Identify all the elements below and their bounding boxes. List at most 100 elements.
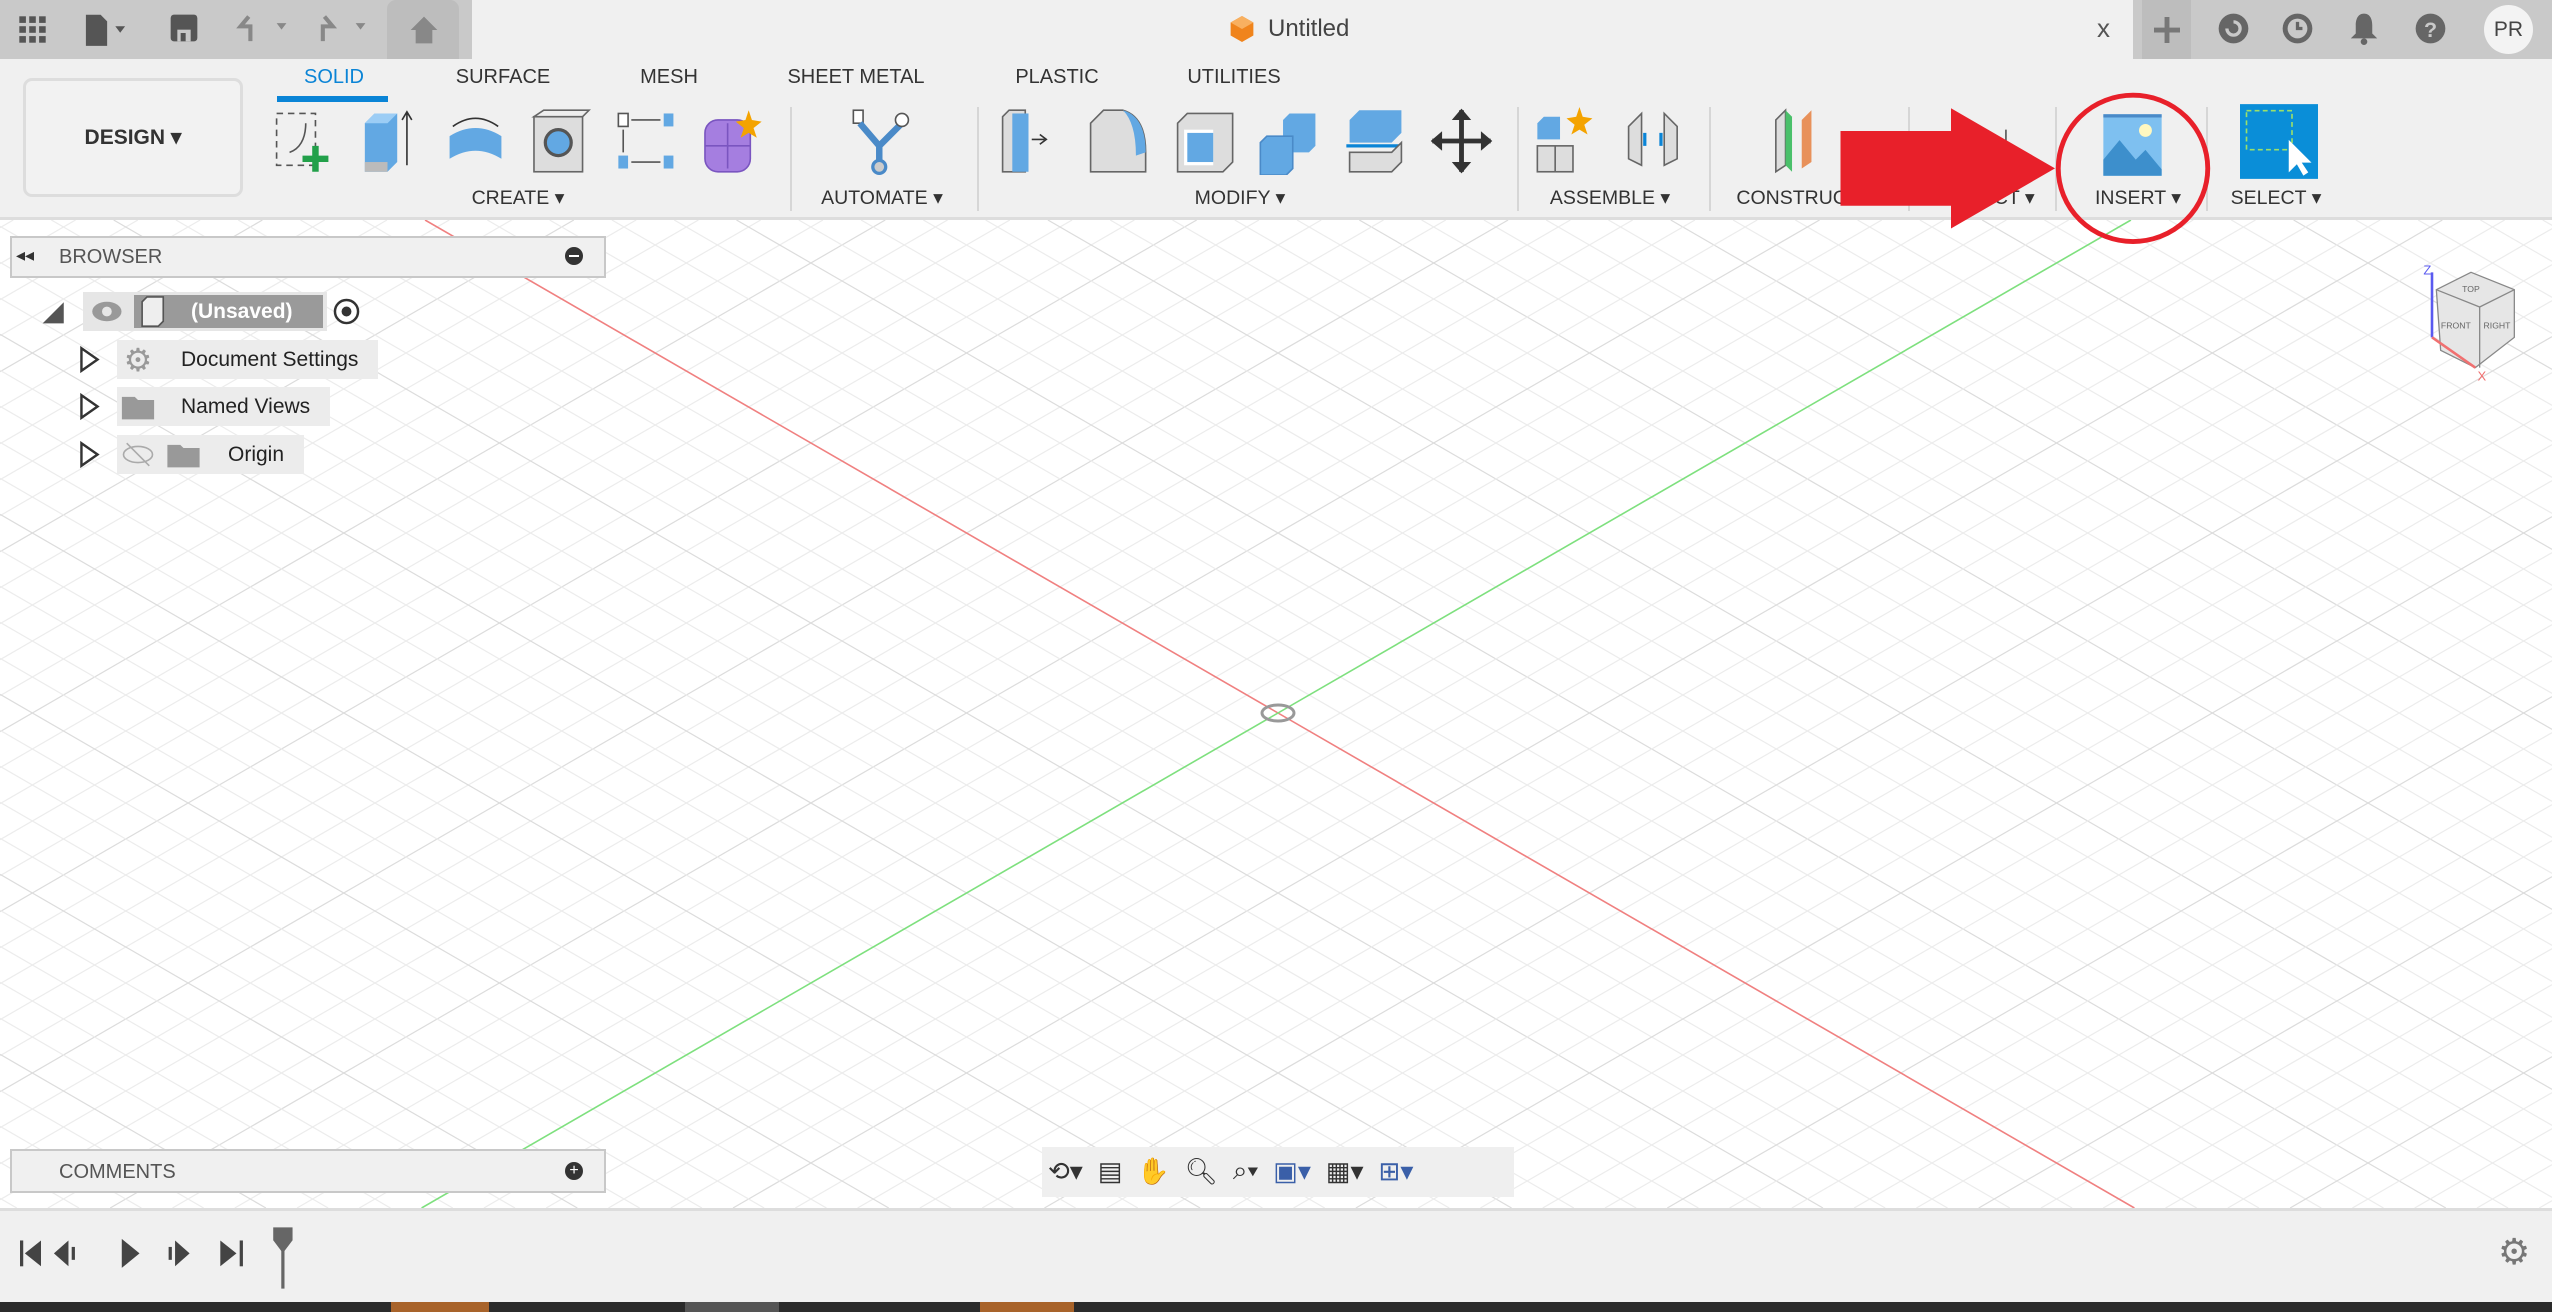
job-status-icon[interactable] <box>2217 12 2250 45</box>
tab-solid[interactable]: SOLID <box>304 66 364 89</box>
workspace-switcher[interactable]: DESIGN ▾ <box>23 78 243 197</box>
joint-icon[interactable] <box>1622 107 1687 175</box>
group-select[interactable]: SELECT ▾ <box>2231 186 2322 210</box>
gear-icon: ⚙ <box>123 341 153 378</box>
home-icon[interactable] <box>409 15 439 45</box>
grid-line <box>1044 336 2552 1208</box>
grid-line <box>1417 552 2552 1208</box>
activate-radio-icon[interactable] <box>330 295 363 328</box>
hole-icon[interactable] <box>529 107 594 175</box>
user-avatar[interactable]: PR <box>2484 5 2533 54</box>
grid-line <box>798 220 2509 1208</box>
tab-sheet-metal[interactable]: SHEET METAL <box>787 66 924 89</box>
timeline-settings-gear-icon[interactable]: ⚙ <box>2498 1232 2530 1272</box>
undo-icon[interactable] <box>234 13 293 43</box>
zoom-icon[interactable]: 🔍︎ <box>1185 1156 1218 1187</box>
browser-item-document-settings[interactable]: ⚙ Document Settings <box>78 340 379 379</box>
grid-line <box>2352 1092 2552 1208</box>
shell-icon[interactable] <box>1171 107 1236 175</box>
viewcube-front[interactable]: FRONT <box>2441 321 2472 331</box>
pan-hand-icon[interactable]: ✋ <box>1137 1156 1169 1187</box>
select-icon[interactable] <box>2240 104 2318 179</box>
split-body-icon[interactable] <box>1343 107 1408 175</box>
clock-icon[interactable] <box>2281 12 2314 45</box>
create-form-icon[interactable] <box>700 107 765 175</box>
next-step-icon[interactable] <box>168 1240 190 1267</box>
component-chip: (Unsaved) <box>134 295 323 328</box>
tab-utilities[interactable]: UTILITIES <box>1187 66 1280 89</box>
collapse-browser-icon[interactable]: ◂◂ <box>16 245 34 266</box>
new-component-icon[interactable] <box>1534 107 1599 175</box>
viewports-icon[interactable]: ⊞▾ <box>1379 1156 1414 1187</box>
move-copy-icon[interactable] <box>1429 107 1494 175</box>
close-tab-button[interactable]: x <box>2097 13 2110 44</box>
browser-title: BROWSER <box>59 246 163 268</box>
previous-step-icon[interactable] <box>53 1240 75 1267</box>
add-comment-icon[interactable]: + <box>565 1162 583 1180</box>
expand-arrow-icon[interactable] <box>78 392 101 421</box>
app-grid-icon[interactable] <box>16 13 49 46</box>
minimize-browser-icon[interactable] <box>565 247 583 265</box>
help-icon[interactable]: ? <box>2414 12 2447 45</box>
svg-text:?: ? <box>2424 18 2437 42</box>
grid-line <box>0 765 765 1208</box>
fit-icon[interactable]: ⌕▾ <box>1233 1155 1258 1187</box>
browser-item-named-views[interactable]: Named Views <box>78 387 331 426</box>
expand-arrow-icon[interactable] <box>78 440 101 469</box>
group-modify[interactable]: MODIFY ▾ <box>1195 186 1286 210</box>
automate-icon[interactable] <box>850 107 915 175</box>
component-icon <box>141 296 165 327</box>
group-create[interactable]: CREATE ▾ <box>472 186 565 210</box>
axis-z-label: Z <box>2423 263 2431 278</box>
revolve-icon[interactable] <box>443 107 508 175</box>
orbit-icon[interactable]: ⟲▾ <box>1048 1156 1083 1187</box>
grid-line <box>0 477 1263 1208</box>
group-automate[interactable]: AUTOMATE ▾ <box>821 186 943 210</box>
viewport-canvas[interactable] <box>0 220 2552 1208</box>
group-assemble[interactable]: ASSEMBLE ▾ <box>1550 186 1670 210</box>
browser-item-origin[interactable]: Origin <box>78 435 305 474</box>
viewcube-right[interactable]: RIGHT <box>2484 321 2512 331</box>
hidden-eye-icon[interactable] <box>117 440 159 469</box>
grid-line <box>1545 220 2552 802</box>
visibility-eye-icon[interactable] <box>89 300 128 323</box>
display-settings-icon[interactable]: ▣▾ <box>1273 1156 1311 1187</box>
tab-mesh[interactable]: MESH <box>640 66 698 89</box>
expand-arrow-icon[interactable] <box>78 345 101 374</box>
tab-plastic[interactable]: PLASTIC <box>1015 66 1098 89</box>
viewcube[interactable]: TOP FRONT RIGHT Z X <box>2406 247 2536 393</box>
redo-icon[interactable] <box>313 13 372 43</box>
grid-line <box>2040 912 2552 1208</box>
expand-triangle-icon[interactable] <box>41 299 67 325</box>
combine-icon[interactable] <box>1257 107 1322 175</box>
viewcube-top[interactable]: TOP <box>2462 284 2480 294</box>
file-menu-icon[interactable] <box>81 13 130 46</box>
offset-plane-icon[interactable] <box>1766 107 1831 175</box>
extrude-icon[interactable] <box>355 107 420 175</box>
grid-settings-icon[interactable]: ▦▾ <box>1326 1156 1364 1187</box>
notification-bell-icon[interactable] <box>2349 12 2379 45</box>
first-frame-icon[interactable] <box>20 1240 41 1267</box>
group-separator <box>790 107 792 211</box>
grid-line <box>362 220 2073 1208</box>
grid-line <box>487 220 2197 1208</box>
grid-line <box>1604 660 2552 1208</box>
last-frame-icon[interactable] <box>220 1240 243 1267</box>
grid-line <box>0 369 1450 1208</box>
save-icon[interactable] <box>169 13 199 43</box>
create-sketch-icon[interactable] <box>270 107 335 175</box>
tab-surface[interactable]: SURFACE <box>456 66 550 89</box>
play-icon[interactable] <box>121 1238 140 1268</box>
group-separator <box>1709 107 1711 211</box>
browser-root-row[interactable]: (Unsaved) <box>41 292 363 331</box>
pattern-icon[interactable] <box>615 107 680 175</box>
grid-line <box>545 220 2256 1208</box>
grid-line <box>795 220 2505 1208</box>
new-tab-button[interactable] <box>2142 0 2191 59</box>
grid-line <box>0 657 952 1208</box>
look-at-icon[interactable]: ▤ <box>1098 1156 1123 1187</box>
grid-line <box>549 220 2260 1208</box>
timeline-marker[interactable] <box>270 1224 299 1292</box>
fillet-icon[interactable] <box>1084 107 1149 175</box>
press-pull-icon[interactable] <box>996 107 1061 175</box>
